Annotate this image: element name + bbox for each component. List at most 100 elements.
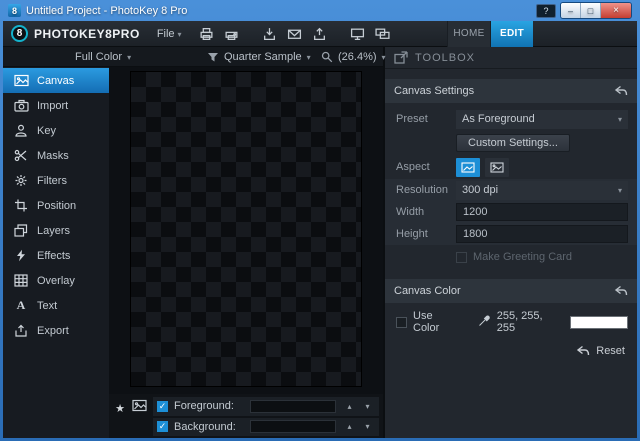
sidebar-item-export[interactable]: Export <box>3 318 109 343</box>
layer-bar: Foreground: Background: <box>109 394 383 438</box>
sidebar-item-text[interactable]: A Text <box>3 293 109 318</box>
aspect-row: Aspect <box>385 155 637 179</box>
foreground-dropdown[interactable] <box>250 399 336 413</box>
aspect-portrait-button[interactable] <box>456 157 480 177</box>
export-icon <box>13 324 29 337</box>
background-row: Background: <box>153 417 379 436</box>
background-up-button[interactable] <box>342 420 357 434</box>
file-menu[interactable]: File <box>153 28 186 40</box>
background-dropdown[interactable] <box>250 420 336 434</box>
dual-monitor-button[interactable] <box>372 24 394 44</box>
sidebar-item-masks[interactable]: Masks <box>3 143 109 168</box>
caret-down-icon <box>365 402 369 411</box>
print-setup-icon <box>225 31 238 40</box>
reset-section-button[interactable] <box>614 85 628 97</box>
undo-arrow-icon <box>614 285 628 296</box>
make-greeting-card-checkbox[interactable] <box>456 251 467 263</box>
undo-arrow-icon <box>577 345 590 356</box>
position-crop-icon <box>13 199 29 212</box>
preset-dropdown[interactable]: As Foreground <box>456 109 628 129</box>
filters-icon <box>13 174 29 187</box>
foreground-row: Foreground: <box>153 397 379 416</box>
print-setup-button[interactable] <box>221 24 243 44</box>
logo-badge: 8 <box>11 25 28 42</box>
help-button[interactable]: ? <box>536 3 556 18</box>
eyedropper-button[interactable] <box>478 314 491 330</box>
close-button[interactable] <box>601 3 631 18</box>
zoom-dropdown[interactable]: (26.4%) <box>321 47 386 67</box>
use-color-row: Use Color 255, 255, 255 <box>385 307 637 337</box>
resolution-dropdown[interactable]: 300 dpi <box>456 180 628 200</box>
eyedropper-icon <box>478 315 490 326</box>
import-file-button[interactable] <box>259 24 281 44</box>
picture-icon[interactable] <box>132 399 147 412</box>
effects-icon <box>13 249 29 262</box>
color-mode-dropdown[interactable]: Full Color <box>75 47 131 67</box>
layers-icon <box>13 224 29 237</box>
color-value: 255, 255, 255 <box>496 310 543 334</box>
caret-up-icon <box>347 402 351 411</box>
mode-tabs: HOME EDIT <box>447 21 533 47</box>
use-color-checkbox[interactable] <box>396 316 407 328</box>
view-options-bar: Full Color Quarter Sample (26.4%) <box>3 47 383 67</box>
dual-monitor-icon <box>375 28 390 39</box>
sidebar-item-key[interactable]: Key <box>3 118 109 143</box>
sidebar-item-effects[interactable]: Effects <box>3 243 109 268</box>
brand-text: PHOTOKEY8PRO <box>34 26 140 41</box>
star-icon[interactable] <box>115 399 125 417</box>
app-body: 8 PHOTOKEY8PRO File ▾ HOME EDIT Full Col… <box>3 21 637 438</box>
reset-button[interactable]: Reset <box>596 345 625 357</box>
print-button[interactable] <box>196 24 218 44</box>
caret-down-icon <box>618 184 622 196</box>
caret-down-icon <box>618 113 622 125</box>
email-button[interactable] <box>284 24 306 44</box>
tab-home[interactable]: HOME <box>447 21 490 47</box>
undo-arrow-icon <box>614 85 628 96</box>
background-checkbox[interactable] <box>157 421 168 433</box>
canvas-viewport: Foreground: Background: <box>109 67 383 438</box>
window-controls: ? <box>536 2 632 19</box>
funnel-icon <box>208 52 218 61</box>
custom-settings-button[interactable]: Custom Settings... <box>456 134 570 152</box>
sidebar-item-position[interactable]: Position <box>3 193 109 218</box>
caret-down-icon <box>127 51 131 63</box>
reset-section-button[interactable] <box>614 285 628 297</box>
foreground-up-button[interactable] <box>342 399 357 413</box>
caret-down-icon <box>382 51 386 63</box>
foreground-down-button[interactable] <box>360 399 375 413</box>
print-icon <box>200 27 213 40</box>
scissors-icon <box>13 149 29 162</box>
sidebar-item-canvas[interactable]: Canvas <box>3 68 109 93</box>
foreground-checkbox[interactable] <box>157 400 168 412</box>
export-file-button[interactable] <box>309 24 331 44</box>
color-swatch[interactable] <box>569 315 628 329</box>
window-title: Untitled Project - PhotoKey 8 Pro <box>26 4 188 17</box>
close-icon <box>613 5 619 16</box>
monitor-icon <box>351 28 365 40</box>
aspect-landscape-button[interactable] <box>485 157 509 177</box>
canvas-checkerboard[interactable] <box>130 71 362 387</box>
caret-down-icon <box>307 51 311 63</box>
titlebar: 8 Untitled Project - PhotoKey 8 Pro ? <box>3 0 637 21</box>
sidebar-item-overlay[interactable]: Overlay <box>3 268 109 293</box>
sidebar-item-filters[interactable]: Filters <box>3 168 109 193</box>
reset-row: Reset <box>385 345 637 357</box>
maximize-icon <box>588 6 593 16</box>
sidebar-item-layers[interactable]: Layers <box>3 218 109 243</box>
monitor-button[interactable] <box>347 24 369 44</box>
minimize-icon <box>568 6 573 16</box>
magnifier-icon <box>321 51 333 63</box>
sidebar-item-import[interactable]: Import <box>3 93 109 118</box>
height-field[interactable]: 1800 <box>456 225 628 243</box>
background-down-button[interactable] <box>360 420 375 434</box>
height-row: Height 1800 <box>385 223 637 245</box>
width-field[interactable]: 1200 <box>456 203 628 221</box>
minimize-button[interactable] <box>561 3 581 18</box>
toolbox-panel-icon <box>394 51 408 64</box>
app-icon: 8 <box>8 4 21 17</box>
tab-edit[interactable]: EDIT <box>490 21 533 47</box>
export-file-icon <box>314 27 326 40</box>
sample-mode-dropdown[interactable]: Quarter Sample <box>207 47 311 67</box>
maximize-button[interactable] <box>581 3 601 18</box>
import-file-icon <box>264 27 276 40</box>
